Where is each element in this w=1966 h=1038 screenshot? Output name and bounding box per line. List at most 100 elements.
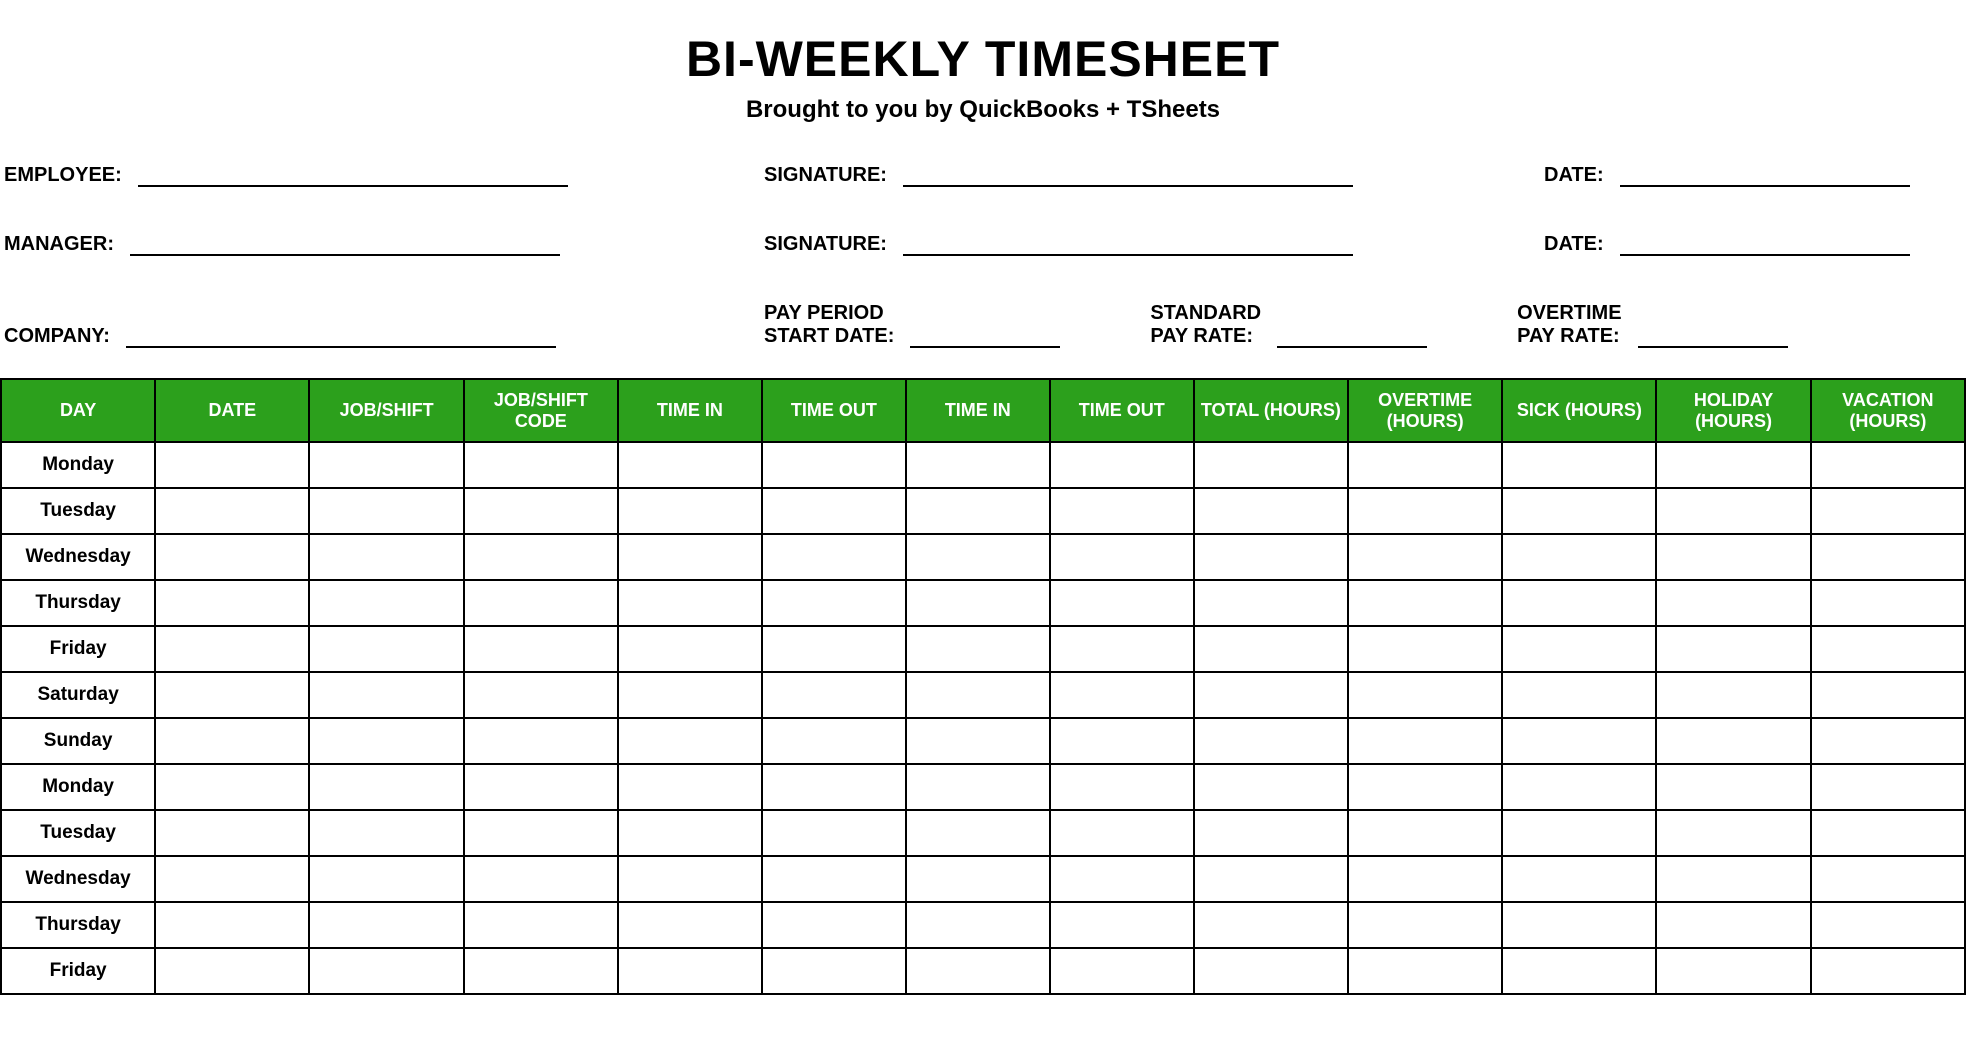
cell-in1[interactable] (618, 580, 762, 626)
cell-in1[interactable] (618, 764, 762, 810)
cell-out1[interactable] (762, 764, 906, 810)
cell-vacation[interactable] (1811, 902, 1965, 948)
employee-date-line[interactable] (1620, 165, 1910, 187)
cell-date[interactable] (155, 488, 309, 534)
cell-in1[interactable] (618, 902, 762, 948)
cell-out2[interactable] (1050, 626, 1194, 672)
cell-in2[interactable] (906, 488, 1050, 534)
cell-date[interactable] (155, 580, 309, 626)
cell-in1[interactable] (618, 810, 762, 856)
cell-vacation[interactable] (1811, 442, 1965, 488)
cell-in2[interactable] (906, 810, 1050, 856)
cell-in1[interactable] (618, 856, 762, 902)
cell-in2[interactable] (906, 902, 1050, 948)
ot-rate-line[interactable] (1638, 326, 1788, 348)
cell-total[interactable] (1194, 580, 1348, 626)
cell-code[interactable] (464, 580, 618, 626)
cell-job[interactable] (309, 672, 463, 718)
cell-vacation[interactable] (1811, 672, 1965, 718)
cell-in2[interactable] (906, 718, 1050, 764)
cell-in2[interactable] (906, 948, 1050, 994)
cell-job[interactable] (309, 626, 463, 672)
cell-ot[interactable] (1348, 672, 1502, 718)
cell-out2[interactable] (1050, 902, 1194, 948)
cell-in2[interactable] (906, 580, 1050, 626)
cell-holiday[interactable] (1656, 488, 1810, 534)
cell-sick[interactable] (1502, 810, 1656, 856)
cell-ot[interactable] (1348, 534, 1502, 580)
cell-total[interactable] (1194, 856, 1348, 902)
cell-in2[interactable] (906, 764, 1050, 810)
cell-total[interactable] (1194, 534, 1348, 580)
cell-out1[interactable] (762, 810, 906, 856)
cell-vacation[interactable] (1811, 718, 1965, 764)
cell-out1[interactable] (762, 442, 906, 488)
cell-holiday[interactable] (1656, 580, 1810, 626)
cell-holiday[interactable] (1656, 626, 1810, 672)
cell-ot[interactable] (1348, 580, 1502, 626)
cell-sick[interactable] (1502, 580, 1656, 626)
cell-in2[interactable] (906, 626, 1050, 672)
manager-date-line[interactable] (1620, 234, 1910, 256)
cell-in2[interactable] (906, 442, 1050, 488)
std-rate-line[interactable] (1277, 326, 1427, 348)
cell-total[interactable] (1194, 488, 1348, 534)
cell-job[interactable] (309, 902, 463, 948)
cell-in1[interactable] (618, 442, 762, 488)
cell-job[interactable] (309, 948, 463, 994)
cell-ot[interactable] (1348, 442, 1502, 488)
cell-out2[interactable] (1050, 948, 1194, 994)
cell-holiday[interactable] (1656, 902, 1810, 948)
cell-out1[interactable] (762, 672, 906, 718)
cell-date[interactable] (155, 718, 309, 764)
cell-job[interactable] (309, 580, 463, 626)
cell-ot[interactable] (1348, 810, 1502, 856)
cell-code[interactable] (464, 856, 618, 902)
employee-signature-line[interactable] (903, 165, 1353, 187)
cell-vacation[interactable] (1811, 626, 1965, 672)
cell-date[interactable] (155, 902, 309, 948)
manager-line[interactable] (130, 234, 560, 256)
cell-out1[interactable] (762, 488, 906, 534)
cell-out1[interactable] (762, 580, 906, 626)
cell-out2[interactable] (1050, 764, 1194, 810)
cell-in2[interactable] (906, 856, 1050, 902)
cell-vacation[interactable] (1811, 534, 1965, 580)
cell-out2[interactable] (1050, 442, 1194, 488)
cell-vacation[interactable] (1811, 810, 1965, 856)
cell-ot[interactable] (1348, 718, 1502, 764)
cell-code[interactable] (464, 442, 618, 488)
cell-vacation[interactable] (1811, 856, 1965, 902)
cell-out1[interactable] (762, 948, 906, 994)
cell-date[interactable] (155, 672, 309, 718)
cell-sick[interactable] (1502, 718, 1656, 764)
cell-job[interactable] (309, 856, 463, 902)
cell-ot[interactable] (1348, 764, 1502, 810)
manager-signature-line[interactable] (903, 234, 1353, 256)
cell-in2[interactable] (906, 672, 1050, 718)
cell-sick[interactable] (1502, 764, 1656, 810)
cell-job[interactable] (309, 718, 463, 764)
cell-date[interactable] (155, 534, 309, 580)
cell-sick[interactable] (1502, 442, 1656, 488)
cell-sick[interactable] (1502, 626, 1656, 672)
cell-job[interactable] (309, 442, 463, 488)
cell-holiday[interactable] (1656, 948, 1810, 994)
cell-total[interactable] (1194, 718, 1348, 764)
cell-sick[interactable] (1502, 856, 1656, 902)
cell-code[interactable] (464, 534, 618, 580)
cell-in1[interactable] (618, 672, 762, 718)
cell-vacation[interactable] (1811, 764, 1965, 810)
cell-holiday[interactable] (1656, 810, 1810, 856)
cell-out2[interactable] (1050, 856, 1194, 902)
cell-out1[interactable] (762, 534, 906, 580)
cell-job[interactable] (309, 488, 463, 534)
cell-out1[interactable] (762, 902, 906, 948)
cell-holiday[interactable] (1656, 672, 1810, 718)
cell-out2[interactable] (1050, 488, 1194, 534)
cell-out1[interactable] (762, 626, 906, 672)
cell-ot[interactable] (1348, 856, 1502, 902)
cell-date[interactable] (155, 948, 309, 994)
cell-out1[interactable] (762, 856, 906, 902)
cell-ot[interactable] (1348, 626, 1502, 672)
